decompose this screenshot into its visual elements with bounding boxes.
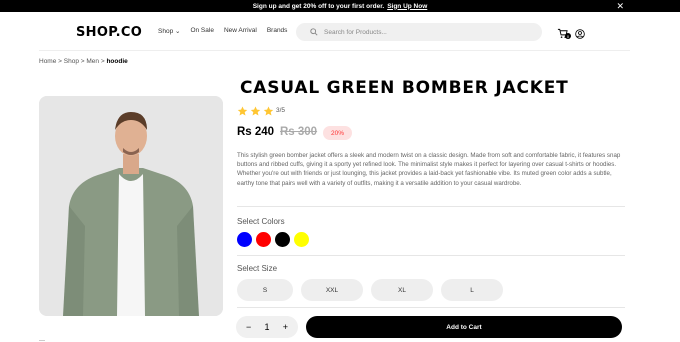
plus-icon[interactable]: +	[283, 322, 288, 332]
quantity-stepper: − 1 +	[236, 316, 298, 338]
color-options	[237, 232, 309, 247]
rating-text: 3/5	[276, 107, 286, 114]
promo-text: Sign up and get 20% off to your first or…	[252, 2, 385, 10]
search-input[interactable]: Search for Products...	[296, 23, 542, 41]
divider	[39, 340, 45, 341]
current-price: Rs 240	[237, 126, 275, 138]
color-swatch-blue[interactable]	[237, 232, 252, 247]
nav-new-arrival[interactable]: New Arrival	[224, 27, 257, 35]
breadcrumb-current: hoodie	[106, 58, 128, 65]
main-nav: Shop ⌄ On Sale New Arrival Brands	[158, 27, 287, 35]
size-xl-button[interactable]: XL	[371, 279, 433, 301]
star-icon	[250, 104, 261, 122]
product-description: This stylish green bomber jacket offers …	[237, 152, 621, 187]
size-s-button[interactable]: S	[237, 279, 293, 301]
add-to-cart-button[interactable]: Add to Cart	[306, 316, 622, 338]
nav-brands[interactable]: Brands	[267, 27, 288, 35]
colors-label: Select Colors	[237, 217, 285, 226]
logo[interactable]: SHOP.CO	[76, 25, 142, 40]
size-xxl-button[interactable]: XXL	[301, 279, 363, 301]
divider	[237, 255, 625, 256]
product-title: CASUAL GREEN BOMBER JACKET	[240, 78, 569, 98]
search-placeholder: Search for Products...	[324, 28, 387, 36]
nav-on-sale[interactable]: On Sale	[190, 27, 214, 35]
header-divider	[39, 50, 630, 51]
size-options: S XXL XL L	[237, 279, 503, 301]
nav-shop-label: Shop	[158, 28, 174, 35]
color-swatch-black[interactable]	[275, 232, 290, 247]
breadcrumb-shop[interactable]: Shop	[64, 58, 79, 65]
search-icon	[310, 28, 318, 36]
close-icon[interactable]: ✕	[616, 0, 624, 12]
cart-count-badge: 0	[565, 33, 571, 39]
chevron-down-icon: ⌄	[175, 28, 181, 35]
size-label: Select Size	[237, 264, 278, 273]
star-icon	[263, 104, 274, 122]
user-icon[interactable]	[575, 26, 585, 44]
product-image	[39, 96, 223, 316]
original-price: Rs 300	[280, 126, 318, 138]
star-icon	[237, 104, 248, 122]
divider	[237, 307, 625, 308]
breadcrumb-home[interactable]: Home	[39, 58, 56, 65]
discount-badge: 20%	[323, 126, 352, 140]
nav-shop[interactable]: Shop ⌄	[158, 27, 180, 35]
color-swatch-yellow[interactable]	[294, 232, 309, 247]
breadcrumb-men[interactable]: Men	[86, 58, 99, 65]
minus-icon[interactable]: −	[246, 322, 251, 332]
quantity-value: 1	[264, 322, 270, 332]
sign-up-link[interactable]: Sign Up Now	[387, 3, 427, 10]
breadcrumb: Home > Shop > Men > hoodie	[39, 58, 128, 65]
size-l-button[interactable]: L	[441, 279, 503, 301]
divider	[237, 206, 625, 207]
promo-bar: Sign up and get 20% off to your first or…	[0, 0, 680, 12]
color-swatch-red[interactable]	[256, 232, 271, 247]
rating-stars	[237, 104, 274, 122]
